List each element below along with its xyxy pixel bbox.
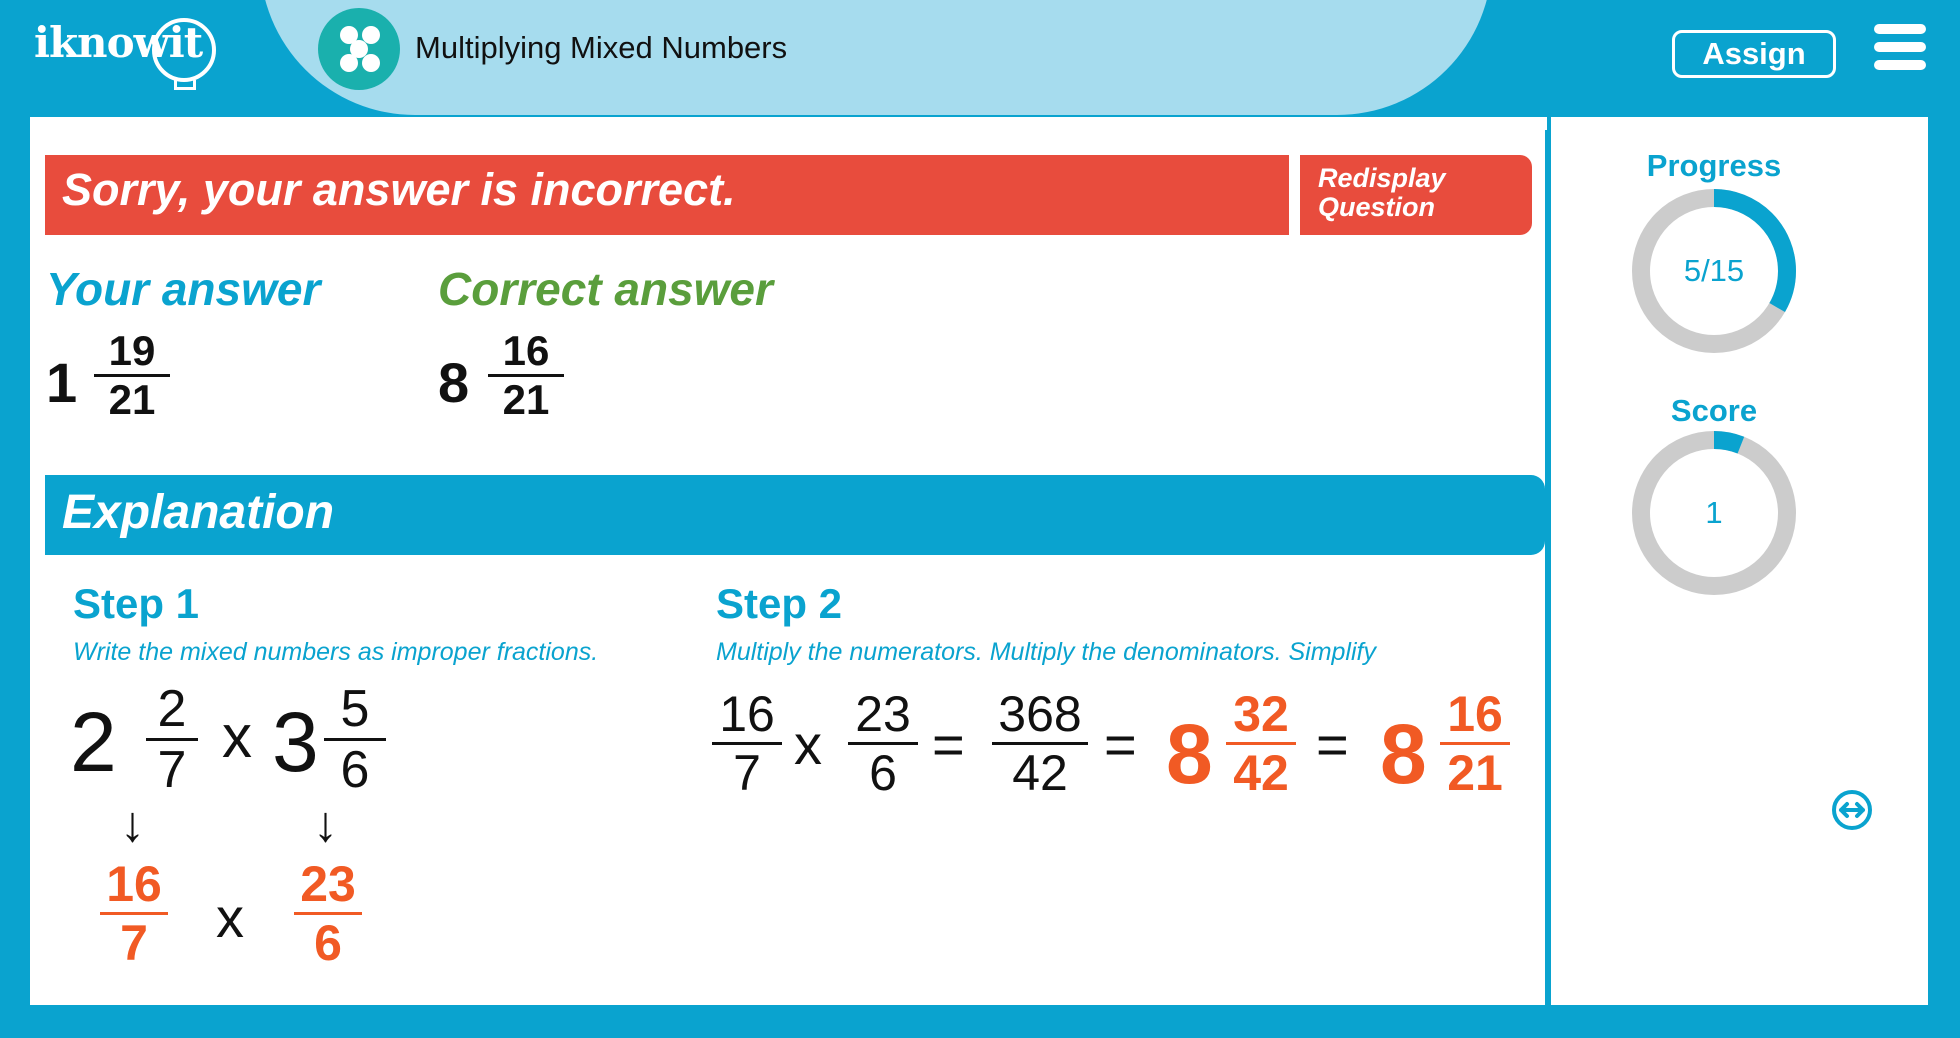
correct-answer-label: Correct answer bbox=[438, 263, 773, 315]
denominator: 6 bbox=[314, 915, 342, 971]
hamburger-menu-icon[interactable] bbox=[1874, 24, 1926, 70]
fraction: 2 7 bbox=[146, 680, 198, 799]
whole-number: 8 bbox=[1166, 707, 1213, 801]
dots-circle-icon bbox=[318, 8, 400, 90]
step1-title: Step 1 bbox=[73, 580, 200, 627]
denominator: 42 bbox=[1233, 745, 1289, 801]
denominator: 6 bbox=[340, 741, 370, 799]
times-sign: x bbox=[794, 713, 822, 776]
improper-fraction-b: 23 6 bbox=[294, 856, 362, 971]
denominator: 42 bbox=[1012, 745, 1068, 801]
whole-number: 8 bbox=[1380, 707, 1427, 801]
lesson-title: Multiplying Mixed Numbers bbox=[415, 30, 788, 65]
denominator: 21 bbox=[108, 376, 156, 423]
score-label: Score bbox=[1670, 393, 1758, 428]
whole-number: 2 bbox=[70, 695, 117, 789]
denominator: 21 bbox=[502, 376, 550, 423]
numerator: 368 bbox=[998, 686, 1082, 742]
denominator: 7 bbox=[120, 915, 148, 971]
equals-sign: = bbox=[1104, 713, 1137, 776]
numerator: 23 bbox=[300, 856, 356, 912]
numerator: 16 bbox=[106, 856, 162, 912]
assign-button[interactable]: Assign bbox=[1672, 30, 1836, 78]
feedback-message: Sorry, your answer is incorrect. bbox=[62, 164, 736, 215]
step2-title: Step 2 bbox=[716, 580, 843, 627]
down-arrow-icon: ↓ bbox=[120, 796, 145, 852]
explanation-title: Explanation bbox=[62, 486, 335, 539]
denominator: 7 bbox=[157, 741, 187, 799]
step2-fraction-2: 23 6 bbox=[848, 686, 918, 801]
denominator: 6 bbox=[869, 745, 897, 801]
whole-number: 3 bbox=[272, 695, 319, 789]
improper-fraction-a: 16 7 bbox=[100, 856, 168, 971]
progress-label: Progress bbox=[1646, 148, 1782, 183]
fraction: 5 6 bbox=[324, 680, 386, 799]
down-arrow-icon: ↓ bbox=[313, 796, 338, 852]
step2-fraction-1: 16 7 bbox=[712, 686, 782, 801]
numerator: 16 bbox=[719, 686, 775, 742]
step2-product: 368 42 bbox=[992, 686, 1088, 801]
your-answer-label: Your answer bbox=[46, 263, 321, 315]
numerator: 32 bbox=[1233, 686, 1289, 742]
lightbulb-base-icon bbox=[174, 80, 196, 90]
denominator: 21 bbox=[1447, 745, 1503, 801]
numerator: 19 bbox=[108, 327, 156, 374]
fraction: 16 21 bbox=[488, 328, 564, 423]
times-sign: x bbox=[216, 886, 244, 949]
panel-divider bbox=[1545, 130, 1551, 1005]
lightbulb-icon bbox=[152, 18, 216, 82]
numerator: 23 bbox=[855, 686, 911, 742]
main-panel bbox=[30, 117, 1547, 1005]
step1-description: Write the mixed numbers as improper frac… bbox=[73, 638, 599, 666]
fraction: 16 21 bbox=[1440, 686, 1510, 801]
numerator: 5 bbox=[340, 680, 370, 738]
equals-sign: = bbox=[932, 713, 965, 776]
denominator: 7 bbox=[733, 745, 761, 801]
whole-number: 1 bbox=[46, 351, 78, 414]
equals-sign: = bbox=[1316, 713, 1349, 776]
numerator: 16 bbox=[1447, 686, 1503, 742]
numerator: 16 bbox=[502, 327, 550, 374]
fraction: 32 42 bbox=[1226, 686, 1296, 801]
whole-number: 8 bbox=[438, 351, 470, 414]
step2-description: Multiply the numerators. Multiply the de… bbox=[716, 638, 1376, 666]
score-value: 1 bbox=[1705, 495, 1723, 530]
times-sign: x bbox=[222, 703, 252, 770]
swap-arrows-icon[interactable] bbox=[1830, 788, 1874, 832]
redisplay-question-label[interactable]: Redisplay Question bbox=[1318, 164, 1446, 222]
numerator: 2 bbox=[157, 680, 187, 738]
fraction: 19 21 bbox=[94, 328, 170, 423]
progress-ring: 5/15 bbox=[1629, 186, 1799, 356]
score-ring: 1 bbox=[1629, 428, 1799, 598]
progress-value: 5/15 bbox=[1683, 253, 1745, 288]
